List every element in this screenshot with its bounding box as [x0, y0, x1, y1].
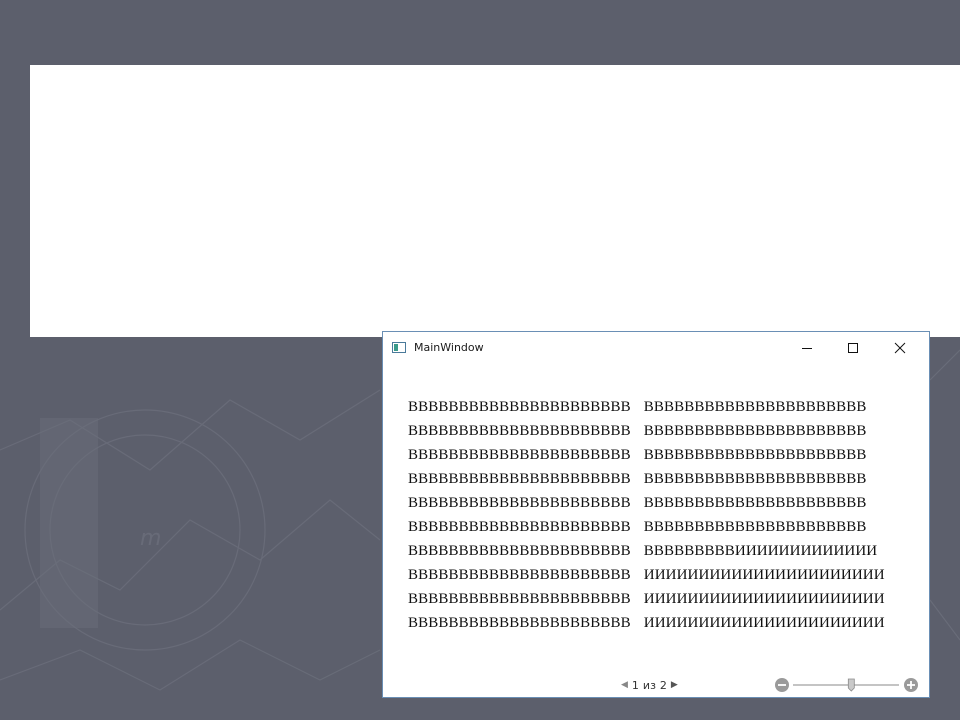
previous-page-icon[interactable]: ◀	[621, 680, 628, 690]
page-navigator: ◀ 1 из 2 ▶	[621, 675, 678, 695]
next-page-icon[interactable]: ▶	[671, 680, 678, 690]
total-pages: 2	[659, 678, 667, 692]
text-line: BBBBBBBBBBBBBBBBBBBBBB	[408, 519, 631, 535]
maximize-button[interactable]	[830, 332, 876, 364]
text-line: BBBBBBBBBBBBBBBBBBBBBB	[643, 447, 867, 463]
minimize-button[interactable]	[784, 332, 830, 364]
text-line: BBBBBBBBBBBBBBBBBBBBBB	[408, 615, 631, 631]
text-line: BBBBBBBBBBBBBBBBBBBBBB	[643, 399, 867, 415]
zoom-in-button[interactable]	[904, 678, 918, 692]
text-line: BBBBBBBBBBBBBBBBBBBBBB	[408, 543, 631, 559]
window-title: MainWindow	[414, 341, 484, 354]
zoom-control	[775, 678, 918, 692]
document-viewer-page: BBBBBBBBBBBBBBBBBBBBBB BBBBBBBBBBBBBBBBB…	[408, 395, 885, 635]
current-page-number[interactable]: 1	[632, 679, 639, 692]
text-line: ИИИИИИИИИИИИИИИИИИИИИИ	[643, 567, 885, 583]
text-line: BBBBBBBBBBBBBBBBBBBBBB	[643, 423, 867, 439]
title-bar[interactable]: MainWindow	[383, 332, 929, 364]
text-line: ИИИИИИИИИИИИИИИИИИИИИИ	[643, 615, 885, 631]
text-line: BBBBBBBBBBBBBBBBBBBBBB	[408, 447, 631, 463]
zoom-out-button[interactable]	[775, 678, 789, 692]
zoom-slider-thumb[interactable]	[847, 678, 855, 692]
maximize-icon	[848, 343, 858, 353]
text-line: BBBBBBBBBBBBBBBBBBBBBB	[408, 423, 631, 439]
text-line: BBBBBBBBBИИИИИИИИИИИИИ	[643, 543, 878, 559]
page-separator: из	[642, 678, 656, 692]
text-line: BBBBBBBBBBBBBBBBBBBBBB	[643, 471, 867, 487]
text-line: BBBBBBBBBBBBBBBBBBBBBB	[643, 519, 867, 535]
close-icon	[894, 342, 906, 354]
minimize-icon	[802, 348, 812, 349]
text-line: BBBBBBBBBBBBBBBBBBBBBB	[408, 591, 631, 607]
app-icon	[392, 342, 406, 353]
svg-text:m: m	[140, 526, 161, 551]
text-column-left: BBBBBBBBBBBBBBBBBBBBBB BBBBBBBBBBBBBBBBB…	[408, 395, 631, 635]
text-line: BBBBBBBBBBBBBBBBBBBBBB	[408, 567, 631, 583]
text-line: BBBBBBBBBBBBBBBBBBBBBB	[408, 399, 631, 415]
text-line: BBBBBBBBBBBBBBBBBBBBBB	[408, 471, 631, 487]
text-column-right: BBBBBBBBBBBBBBBBBBBBBB BBBBBBBBBBBBBBBBB…	[644, 395, 885, 635]
close-button[interactable]	[877, 332, 923, 364]
text-line: BBBBBBBBBBBBBBBBBBBBBB	[408, 495, 631, 511]
main-window: MainWindow BBBBBBBBBBBBBBBBBBBBBB BBBBBB…	[382, 331, 930, 698]
text-line: ИИИИИИИИИИИИИИИИИИИИИИ	[643, 591, 885, 607]
text-line: BBBBBBBBBBBBBBBBBBBBBB	[643, 495, 867, 511]
blank-slide-panel	[30, 65, 960, 337]
